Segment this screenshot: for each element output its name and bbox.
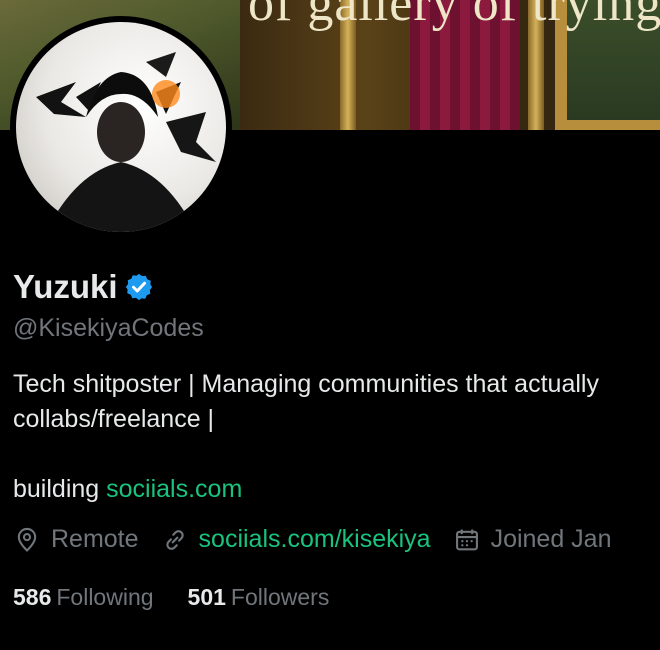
followers-count: 501: [187, 584, 226, 610]
profile-bio: Tech shitposter | Managing communities t…: [13, 367, 599, 507]
location-item: Remote: [13, 525, 139, 554]
profile-name: Yuzuki: [13, 268, 118, 305]
avatar-image: [16, 22, 226, 232]
location-text: Remote: [51, 525, 139, 553]
bio-line-2: collabs/freelance |: [13, 405, 215, 433]
profile-handle: @KisekiyaCodes: [13, 314, 204, 342]
profile-stats: 586 Following 501 Followers: [13, 584, 363, 611]
website-link[interactable]: sociials.com/kisekiya: [199, 525, 431, 554]
banner-text: of gallery of trying: [248, 0, 660, 32]
following-label: Following: [56, 584, 154, 610]
following-stat[interactable]: 586 Following: [13, 584, 154, 611]
followers-stat[interactable]: 501 Followers: [188, 584, 330, 611]
bio-line-3: building sociials.com: [13, 472, 599, 507]
verified-badge-icon[interactable]: [124, 272, 154, 302]
avatar[interactable]: [10, 16, 232, 238]
bio-link[interactable]: sociials.com: [106, 475, 242, 503]
profile-name-row: Yuzuki: [13, 268, 154, 306]
joined-text: Joined Jan: [490, 525, 612, 553]
bio-line-3-prefix: building: [13, 475, 107, 503]
avatar-illustration: [36, 52, 216, 232]
website-item[interactable]: sociials.com/kisekiya: [161, 525, 431, 554]
profile-meta: Remote sociials.com/kisekiya Joined Jan: [13, 525, 634, 554]
bio-line-1: Tech shitposter | Managing communities t…: [13, 370, 599, 398]
calendar-icon: [455, 529, 478, 550]
joined-item: Joined Jan: [453, 525, 612, 554]
followers-label: Followers: [230, 584, 330, 610]
location-pin-icon: [17, 527, 37, 552]
following-count: 586: [13, 584, 52, 610]
link-icon: [165, 529, 184, 550]
